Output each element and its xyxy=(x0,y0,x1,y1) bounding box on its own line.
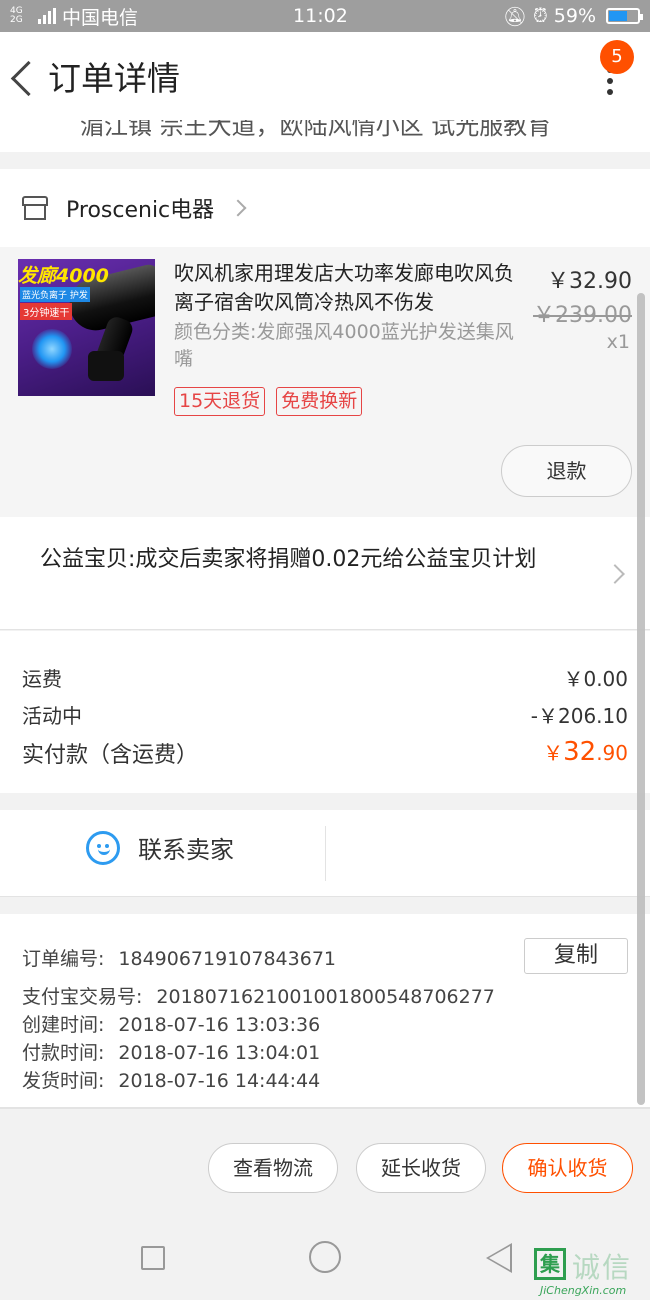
order-number-label: 订单编号: xyxy=(22,948,105,970)
shop-name: Proscenic电器 xyxy=(66,198,215,223)
address-section: 湄江镇 宗王大道，欧陆风情小区 试光服教育 xyxy=(0,120,650,152)
copy-button[interactable]: 复制 xyxy=(524,938,628,974)
home-icon[interactable] xyxy=(309,1241,341,1273)
status-left: 4G 2G 中国电信 xyxy=(10,3,138,30)
discount-row: 活动中 -￥206.10 xyxy=(22,700,628,729)
back-triangle-icon[interactable] xyxy=(486,1243,512,1273)
battery-percent: 59% xyxy=(553,5,596,27)
status-right: 🔕︎ ⏰︎ 59% xyxy=(502,5,643,28)
product-image[interactable]: 发廊4000 蓝光负离子 护发 3分钟速干 xyxy=(18,259,155,396)
signal-icon xyxy=(38,8,56,24)
confirm-receipt-button[interactable]: 确认收货 xyxy=(502,1143,633,1193)
thumbnail-subtitle: 蓝光负离子 护发 xyxy=(20,287,90,302)
shipping-fee-row: 运费 ￥0.00 xyxy=(22,663,628,692)
fee-label: 活动中 xyxy=(22,704,82,728)
exchange-tag: 免费换新 xyxy=(276,387,363,416)
alipay-trade-row: 支付宝交易号: 2018071621001001800548706277 xyxy=(22,982,495,1009)
service-tags: 15天退货 免费换新 xyxy=(174,387,363,416)
amount-decimal: .90 xyxy=(596,741,628,765)
alipay-trade-label: 支付宝交易号: xyxy=(22,986,143,1008)
shipped-time-row: 发货时间: 2018-07-16 14:44:44 xyxy=(22,1066,320,1093)
alipay-trade-number: 2018071621001001800548706277 xyxy=(156,986,495,1008)
bell-muted-icon: 🔕︎ xyxy=(502,5,527,28)
status-time: 11:02 xyxy=(293,5,348,27)
created-time-label: 创建时间: xyxy=(22,1014,105,1036)
total-paid-label: 实付款（含运费） xyxy=(22,743,199,768)
address-text: 湄江镇 宗王大道，欧陆风情小区 试光服教育 xyxy=(80,120,552,140)
product-title: 吹风机家用理发店大功率发廊电吹风负离子宿舍吹风筒冷热风不伤发 xyxy=(174,261,514,314)
back-arrow-icon[interactable] xyxy=(4,46,48,106)
status-bar: 4G 2G 中国电信 11:02 🔕︎ ⏰︎ 59% xyxy=(0,0,650,32)
contact-seller-button[interactable]: 联系卖家 xyxy=(86,830,234,865)
dot-icon xyxy=(607,78,613,84)
nozzle-graphic xyxy=(88,351,124,381)
wangwang-chat-icon xyxy=(86,830,120,865)
fee-label: 运费 xyxy=(22,667,62,691)
product-original-price: ￥239.00 xyxy=(533,303,632,328)
page-title: 订单详情 xyxy=(48,59,180,98)
total-paid-row: 实付款（含运费） ￥32.90 xyxy=(22,737,628,769)
fee-value: ￥0.00 xyxy=(563,667,628,691)
watermark-domain: JiChengXin.com xyxy=(540,1284,627,1297)
created-time-row: 创建时间: 2018-07-16 13:03:36 xyxy=(22,1010,320,1037)
thumbnail-speed-label: 3分钟速干 xyxy=(20,303,73,320)
amount-integer: 32 xyxy=(563,737,597,767)
site-watermark: 集 诚信 JiChengXin.com xyxy=(534,1248,650,1300)
shipped-time: 2018-07-16 14:44:44 xyxy=(118,1070,321,1092)
chevron-right-icon xyxy=(605,564,625,584)
dot-icon xyxy=(607,89,613,95)
product-item[interactable]: 发廊4000 蓝光负离子 护发 3分钟速干 吹风机家用理发店大功率发廊电吹风负离… xyxy=(0,247,650,517)
chevron-right-icon xyxy=(229,199,247,217)
order-info: 订单编号: 184906719107843671 复制 支付宝交易号: 201807… xyxy=(0,914,650,1109)
paid-time: 2018-07-16 13:04:01 xyxy=(118,1042,321,1064)
action-bar: 查看物流 延长收货 确认收货 xyxy=(0,1125,650,1213)
refund-button[interactable]: 退款 xyxy=(501,445,632,497)
divider xyxy=(325,826,326,881)
battery-level xyxy=(609,11,627,21)
fee-value: -￥206.10 xyxy=(530,704,628,728)
charity-row[interactable]: 公益宝贝:成交后卖家将捐赠0.02元给公益宝贝计划 xyxy=(0,517,650,630)
created-time: 2018-07-16 13:03:36 xyxy=(118,1014,321,1036)
network-type: 4G 2G xyxy=(10,6,23,25)
view-logistics-button[interactable]: 查看物流 xyxy=(208,1143,338,1193)
scrollbar[interactable] xyxy=(637,293,645,1105)
shop-row[interactable]: Proscenic电器 xyxy=(0,169,650,247)
order-number-row: 订单编号: 184906719107843671 xyxy=(22,944,336,971)
product-quantity: x1 xyxy=(606,331,630,353)
total-paid-amount: ￥32.90 xyxy=(543,737,628,769)
thumbnail-headline: 发廊4000 xyxy=(18,265,109,287)
blue-light-graphic xyxy=(32,329,72,369)
product-sku: 颜色分类:发廊强风4000蓝光护发送集风嘴 xyxy=(174,321,514,370)
shipped-time-label: 发货时间: xyxy=(22,1070,105,1092)
fee-summary: 运费 ￥0.00 活动中 -￥206.10 实付款（含运费） ￥32.90 xyxy=(0,631,650,793)
paid-time-label: 付款时间: xyxy=(22,1042,105,1064)
store-icon xyxy=(22,196,48,220)
currency-symbol: ￥ xyxy=(543,741,564,765)
product-price: ￥32.90 xyxy=(547,269,632,294)
charity-text: 公益宝贝:成交后卖家将捐赠0.02元给公益宝贝计划 xyxy=(40,547,537,572)
paid-time-row: 付款时间: 2018-07-16 13:04:01 xyxy=(22,1038,320,1065)
return-tag: 15天退货 xyxy=(174,387,266,416)
battery-icon xyxy=(606,8,643,24)
carrier-name: 中国电信 xyxy=(62,6,139,29)
recent-apps-icon[interactable] xyxy=(141,1246,165,1270)
message-count-badge: 5 xyxy=(600,40,634,74)
order-number: 184906719107843671 xyxy=(118,948,336,970)
contact-section: 联系卖家 xyxy=(0,810,650,897)
app-header: 订单详情 5 xyxy=(0,32,650,120)
watermark-text: 诚信 xyxy=(572,1251,633,1284)
extend-receipt-button[interactable]: 延长收货 xyxy=(356,1143,486,1193)
contact-seller-label: 联系卖家 xyxy=(138,836,234,864)
alarm-icon: ⏰︎ xyxy=(532,5,548,27)
watermark-logo: 集 xyxy=(534,1248,566,1280)
